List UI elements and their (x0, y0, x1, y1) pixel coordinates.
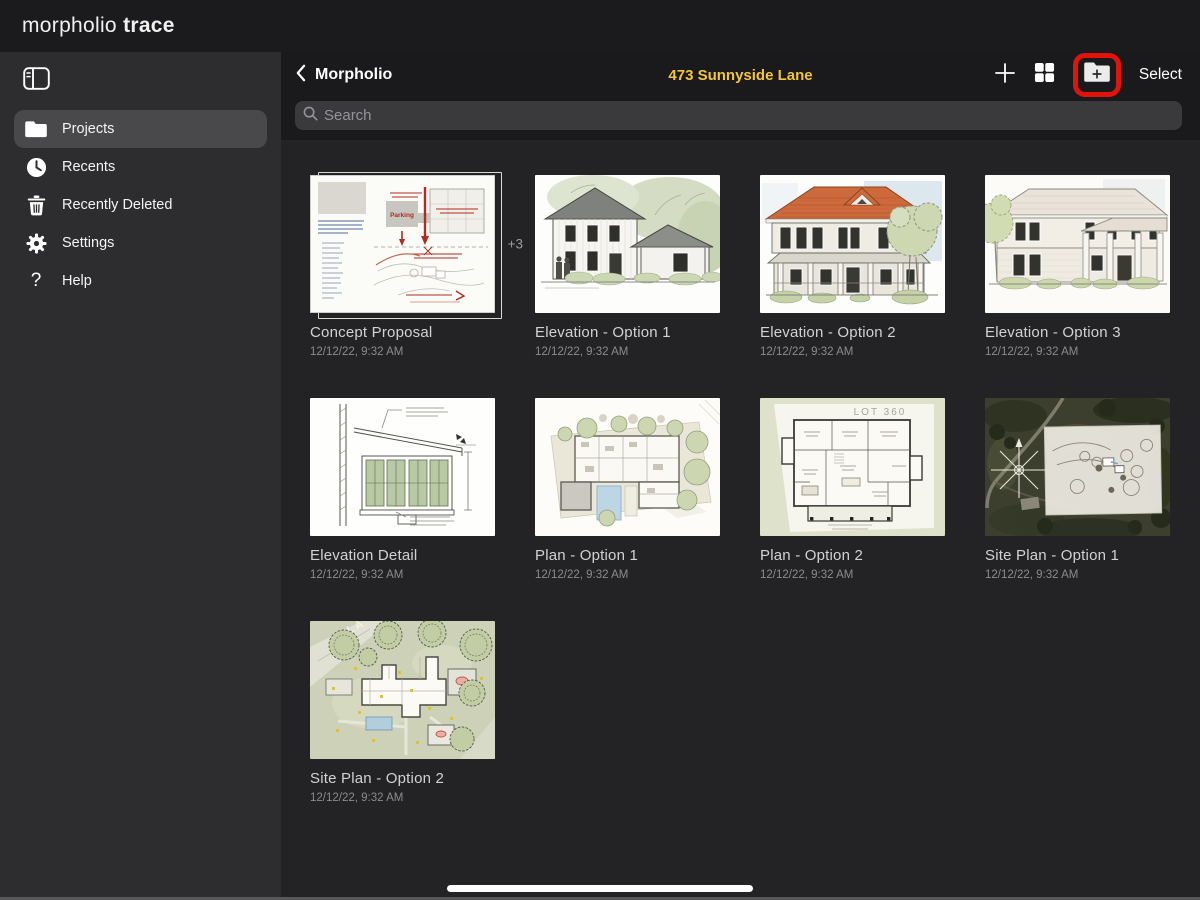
project-thumbnail[interactable]: Parking (310, 175, 495, 313)
folder-plus-icon (1084, 62, 1110, 88)
project-folder-title: 473 Sunnyside Lane (668, 67, 812, 84)
project-card-plan-option-1[interactable]: Plan - Option 1 12/12/22, 9:32 AM (535, 398, 720, 581)
select-button[interactable]: Select (1139, 66, 1182, 84)
project-thumbnail[interactable] (535, 175, 720, 313)
project-title: Elevation - Option 2 (760, 324, 945, 341)
project-title: Site Plan - Option 2 (310, 770, 495, 787)
project-title: Site Plan - Option 1 (985, 547, 1170, 564)
concept-proposal-art: Parking (310, 175, 495, 313)
project-title: Elevation - Option 1 (535, 324, 720, 341)
project-date: 12/12/22, 9:32 AM (310, 346, 495, 358)
project-date: 12/12/22, 9:32 AM (535, 346, 720, 358)
app-logo-bold: trace (123, 14, 175, 37)
search-row (281, 98, 1200, 140)
sidebar-item-help[interactable]: ? Help (14, 262, 267, 300)
project-thumbnail[interactable] (535, 398, 720, 536)
site-plan-2-art: N LA (310, 621, 495, 759)
clock-icon (24, 155, 48, 179)
project-title: Elevation - Option 3 (985, 324, 1170, 341)
sidebar-item-label: Recents (62, 159, 115, 175)
project-card-elevation-option-3[interactable]: Elevation - Option 3 12/12/22, 9:32 AM (985, 175, 1170, 358)
sidebar-item-projects[interactable]: Projects (14, 110, 267, 148)
main-panel: Morpholio 473 Sunnyside Lane (281, 52, 1200, 900)
elevation-detail-art (310, 398, 495, 536)
project-date: 12/12/22, 9:32 AM (310, 569, 495, 581)
project-card-concept-proposal[interactable]: Parking (310, 175, 495, 358)
project-date: 12/12/22, 9:32 AM (760, 569, 945, 581)
project-thumbnail[interactable]: N LA (310, 621, 495, 759)
lot-label: LOT 360 (854, 407, 907, 418)
parking-label: Parking (390, 212, 414, 219)
annotation-highlight-ring (1073, 53, 1121, 97)
project-card-site-plan-option-1[interactable]: Site Plan - Option 1 12/12/22, 9:32 AM (985, 398, 1170, 581)
new-folder-button[interactable] (1084, 62, 1110, 88)
project-date: 12/12/22, 9:32 AM (310, 792, 495, 804)
app-logo: morpholio trace (22, 14, 175, 38)
grid-view-icon (1034, 62, 1055, 88)
sidebar: Projects Recents Recently Deleted Settin… (0, 52, 281, 900)
project-card-elevation-option-1[interactable]: Elevation - Option 1 12/12/22, 9:32 AM (535, 175, 720, 358)
project-date: 12/12/22, 9:32 AM (985, 346, 1170, 358)
trash-icon (24, 193, 48, 217)
chevron-left-icon (295, 64, 306, 87)
back-button-label: Morpholio (315, 66, 392, 84)
top-brand-bar: morpholio trace (0, 0, 1200, 52)
sidebar-item-settings[interactable]: Settings (14, 224, 267, 262)
new-sketch-button[interactable] (994, 62, 1016, 89)
project-thumbnail[interactable] (760, 175, 945, 313)
sidebar-toggle-icon (23, 67, 50, 95)
project-card-elevation-option-2[interactable]: Elevation - Option 2 12/12/22, 9:32 AM (760, 175, 945, 358)
elevation-1-art (535, 175, 720, 313)
search-input[interactable] (324, 107, 1174, 124)
sidebar-item-label: Recently Deleted (62, 197, 172, 213)
sidebar-item-recently-deleted[interactable]: Recently Deleted (14, 186, 267, 224)
project-thumbnail[interactable] (985, 175, 1170, 313)
plus-icon (994, 62, 1016, 89)
project-date: 12/12/22, 9:32 AM (535, 569, 720, 581)
plan-2-art: LOT 360 (760, 398, 945, 536)
home-indicator[interactable] (447, 885, 753, 892)
elevation-2-art (760, 175, 945, 313)
site-plan-1-art (985, 398, 1170, 536)
project-thumbnail[interactable]: LOT 360 (760, 398, 945, 536)
search-icon (303, 106, 318, 126)
project-card-site-plan-option-2[interactable]: N LA (310, 621, 495, 804)
project-date: 12/12/22, 9:32 AM (985, 569, 1170, 581)
project-title: Plan - Option 2 (760, 547, 945, 564)
question-mark-icon: ? (24, 269, 48, 293)
project-title: Elevation Detail (310, 547, 495, 564)
sidebar-toggle-button[interactable] (14, 64, 58, 98)
main-header: Morpholio 473 Sunnyside Lane (281, 52, 1200, 98)
search-box[interactable] (295, 101, 1182, 130)
sidebar-item-label: Settings (62, 235, 114, 251)
sidebar-item-label: Projects (62, 121, 114, 137)
project-title: Concept Proposal (310, 324, 495, 341)
gear-icon (24, 231, 48, 255)
project-title: Plan - Option 1 (535, 547, 720, 564)
plan-1-art (535, 398, 720, 536)
sidebar-item-recents[interactable]: Recents (14, 148, 267, 186)
stack-count-badge: +3 (508, 237, 523, 252)
project-thumbnail[interactable] (310, 398, 495, 536)
back-button[interactable]: Morpholio (295, 64, 392, 87)
project-card-plan-option-2[interactable]: LOT 360 (760, 398, 945, 581)
sidebar-item-label: Help (62, 273, 92, 289)
header-actions: Select (994, 53, 1182, 97)
elevation-3-art (985, 175, 1170, 313)
grid-view-button[interactable] (1034, 62, 1055, 88)
project-thumbnail[interactable] (985, 398, 1170, 536)
project-grid: Parking (281, 140, 1200, 900)
app-logo-light: morpholio (22, 14, 117, 37)
folder-icon (24, 117, 48, 141)
project-date: 12/12/22, 9:32 AM (760, 346, 945, 358)
project-card-elevation-detail[interactable]: Elevation Detail 12/12/22, 9:32 AM (310, 398, 495, 581)
